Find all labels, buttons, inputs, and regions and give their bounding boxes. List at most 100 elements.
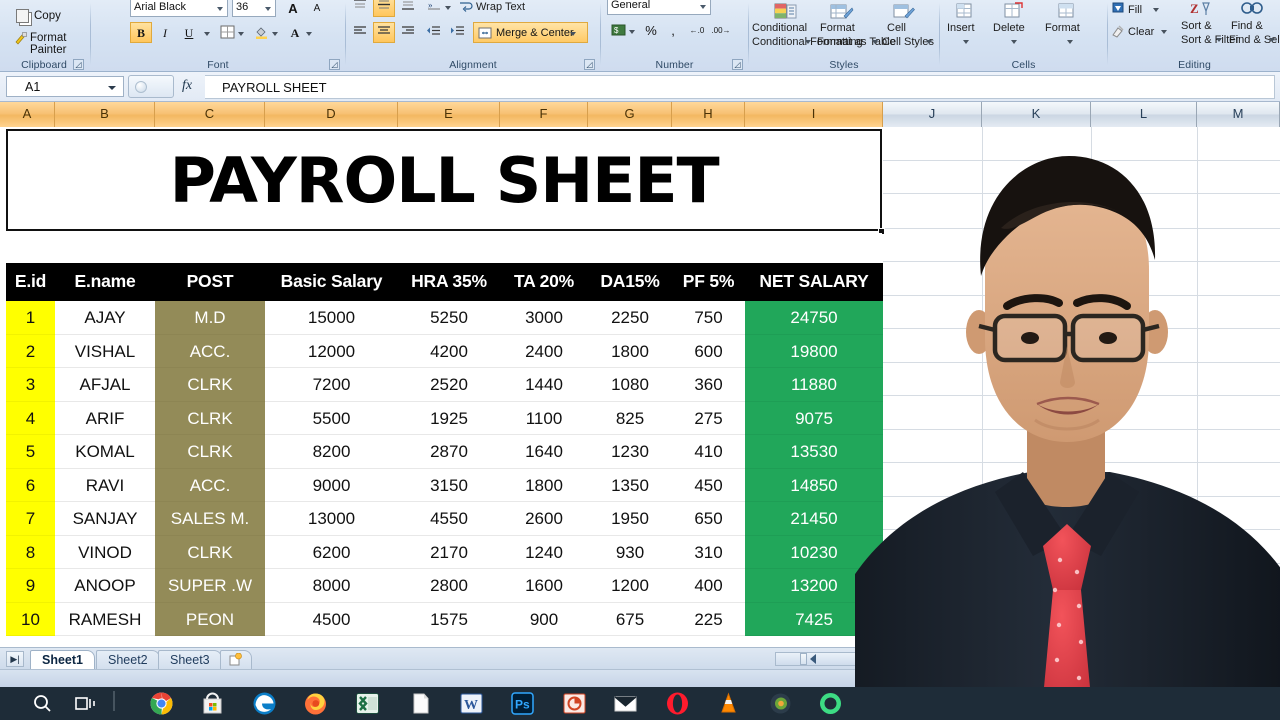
- table-row[interactable]: 2 VISHAL ACC. 12000 4200 2400 1800 600 19800: [6, 334, 883, 368]
- table-cell[interactable]: 13200: [745, 569, 883, 603]
- column-header-B[interactable]: B: [55, 102, 155, 127]
- font-color-button[interactable]: A: [284, 22, 306, 43]
- clipboard-dialog-launcher[interactable]: ◿: [73, 59, 84, 70]
- borders-button[interactable]: [216, 22, 238, 43]
- table-column-header[interactable]: HRA 35%: [398, 263, 500, 301]
- table-cell[interactable]: ACC.: [155, 334, 265, 368]
- edge-icon[interactable]: [252, 691, 277, 716]
- format-painter-button-label[interactable]: Format Painter: [30, 32, 88, 56]
- table-cell[interactable]: 9: [6, 569, 55, 603]
- table-cell[interactable]: 2800: [398, 569, 500, 603]
- sheet-tab-sheet2[interactable]: Sheet2: [96, 650, 160, 669]
- table-cell[interactable]: 2520: [398, 368, 500, 402]
- table-cell[interactable]: 600: [672, 334, 745, 368]
- table-cell[interactable]: 6200: [265, 535, 398, 569]
- table-cell[interactable]: 825: [588, 401, 672, 435]
- table-cell[interactable]: RAVI: [55, 468, 155, 502]
- browser-icon[interactable]: [818, 691, 843, 716]
- table-column-header[interactable]: DA15%: [588, 263, 672, 301]
- align-center-button[interactable]: [373, 22, 395, 43]
- fill-chevron-down-icon[interactable]: [1153, 8, 1159, 12]
- table-cell[interactable]: SALES M.: [155, 502, 265, 536]
- insert-chevron-down-icon[interactable]: [963, 40, 969, 44]
- table-row[interactable]: 4 ARIF CLRK 5500 1925 1100 825 275 9075: [6, 401, 883, 435]
- table-row[interactable]: 5 KOMAL CLRK 8200 2870 1640 1230 410 13530: [6, 435, 883, 469]
- format-chevron-down-icon[interactable]: [1067, 40, 1073, 44]
- grow-font-button[interactable]: A: [282, 0, 304, 19]
- table-cell[interactable]: 1800: [500, 468, 588, 502]
- column-header-M[interactable]: M: [1197, 102, 1280, 127]
- opera-icon[interactable]: [665, 691, 690, 716]
- table-cell[interactable]: CLRK: [155, 435, 265, 469]
- font-dialog-launcher[interactable]: ◿: [329, 59, 340, 70]
- table-cell[interactable]: 400: [672, 569, 745, 603]
- word-icon[interactable]: W: [459, 691, 484, 716]
- table-cell[interactable]: 4550: [398, 502, 500, 536]
- sort-filter-chevron-down-icon[interactable]: [1216, 38, 1222, 42]
- wrap-text-button-label[interactable]: Wrap Text: [476, 1, 525, 13]
- table-cell[interactable]: 19800: [745, 334, 883, 368]
- table-cell[interactable]: 1080: [588, 368, 672, 402]
- table-cell[interactable]: 2170: [398, 535, 500, 569]
- font-size-combo[interactable]: 36: [232, 0, 276, 17]
- clear-chevron-down-icon[interactable]: [1161, 30, 1167, 34]
- cell-styles-chevron-down-icon[interactable]: [926, 40, 932, 44]
- table-cell[interactable]: 360: [672, 368, 745, 402]
- underline-button[interactable]: U: [178, 22, 200, 43]
- table-cell[interactable]: 14850: [745, 468, 883, 502]
- font-name-combo[interactable]: Arial Black: [130, 0, 228, 17]
- table-cell[interactable]: 1100: [500, 401, 588, 435]
- excel-icon[interactable]: [355, 691, 380, 716]
- increase-indent-button[interactable]: [447, 22, 469, 43]
- table-cell[interactable]: 10: [6, 602, 55, 636]
- table-row[interactable]: 9 ANOOP SUPER .W 8000 2800 1600 1200 400 13200: [6, 569, 883, 603]
- table-cell[interactable]: 1575: [398, 602, 500, 636]
- fill-color-button[interactable]: [250, 22, 272, 43]
- align-right-button[interactable]: [397, 22, 419, 43]
- table-cell[interactable]: 8000: [265, 569, 398, 603]
- table-cell[interactable]: ACC.: [155, 468, 265, 502]
- clear-button-label[interactable]: Clear: [1128, 26, 1154, 38]
- table-cell[interactable]: 1800: [588, 334, 672, 368]
- column-header-J[interactable]: J: [883, 102, 982, 127]
- align-left-button[interactable]: [349, 22, 371, 43]
- table-column-header[interactable]: E.name: [55, 263, 155, 301]
- table-cell[interactable]: 4200: [398, 334, 500, 368]
- table-cell[interactable]: 3: [6, 368, 55, 402]
- chrome-icon[interactable]: [149, 691, 174, 716]
- table-row[interactable]: 1 AJAY M.D 15000 5250 3000 2250 750 24750: [6, 301, 883, 335]
- increase-decimal-button[interactable]: ←.0: [686, 20, 708, 41]
- orientation-chevron-down-icon[interactable]: [445, 6, 451, 10]
- table-cell[interactable]: 750: [672, 301, 745, 335]
- delete-chevron-down-icon[interactable]: [1011, 40, 1017, 44]
- table-cell[interactable]: VISHAL: [55, 334, 155, 368]
- scrollbar-thumb[interactable]: [800, 653, 807, 665]
- table-cell[interactable]: 5250: [398, 301, 500, 335]
- format-as-table-button-label-a[interactable]: Format: [820, 22, 855, 34]
- decrease-decimal-button[interactable]: .00→: [710, 20, 732, 41]
- number-dialog-launcher[interactable]: ◿: [732, 59, 743, 70]
- table-cell[interactable]: 2250: [588, 301, 672, 335]
- table-cell[interactable]: 3150: [398, 468, 500, 502]
- table-cell[interactable]: 24750: [745, 301, 883, 335]
- column-header-F[interactable]: F: [500, 102, 588, 127]
- table-column-header[interactable]: TA 20%: [500, 263, 588, 301]
- table-cell[interactable]: 2400: [500, 334, 588, 368]
- table-cell[interactable]: AJAY: [55, 301, 155, 335]
- table-cell[interactable]: 13530: [745, 435, 883, 469]
- table-column-header[interactable]: E.id: [6, 263, 55, 301]
- column-header-H[interactable]: H: [672, 102, 745, 127]
- table-cell[interactable]: 410: [672, 435, 745, 469]
- table-cell[interactable]: CLRK: [155, 401, 265, 435]
- sheet-nav-first-button[interactable]: ▶|: [6, 651, 24, 667]
- camtasia-icon[interactable]: [768, 691, 793, 716]
- table-cell[interactable]: 9075: [745, 401, 883, 435]
- table-cell[interactable]: 5: [6, 435, 55, 469]
- sort-filter-button-label-a[interactable]: Sort &: [1181, 20, 1212, 32]
- table-cell[interactable]: 5500: [265, 401, 398, 435]
- table-cell[interactable]: 1: [6, 301, 55, 335]
- bold-button[interactable]: B: [130, 22, 152, 43]
- accounting-format-button[interactable]: $: [607, 20, 629, 41]
- sheet-tab-sheet1[interactable]: Sheet1: [30, 650, 95, 669]
- orientation-button[interactable]: »: [423, 0, 445, 17]
